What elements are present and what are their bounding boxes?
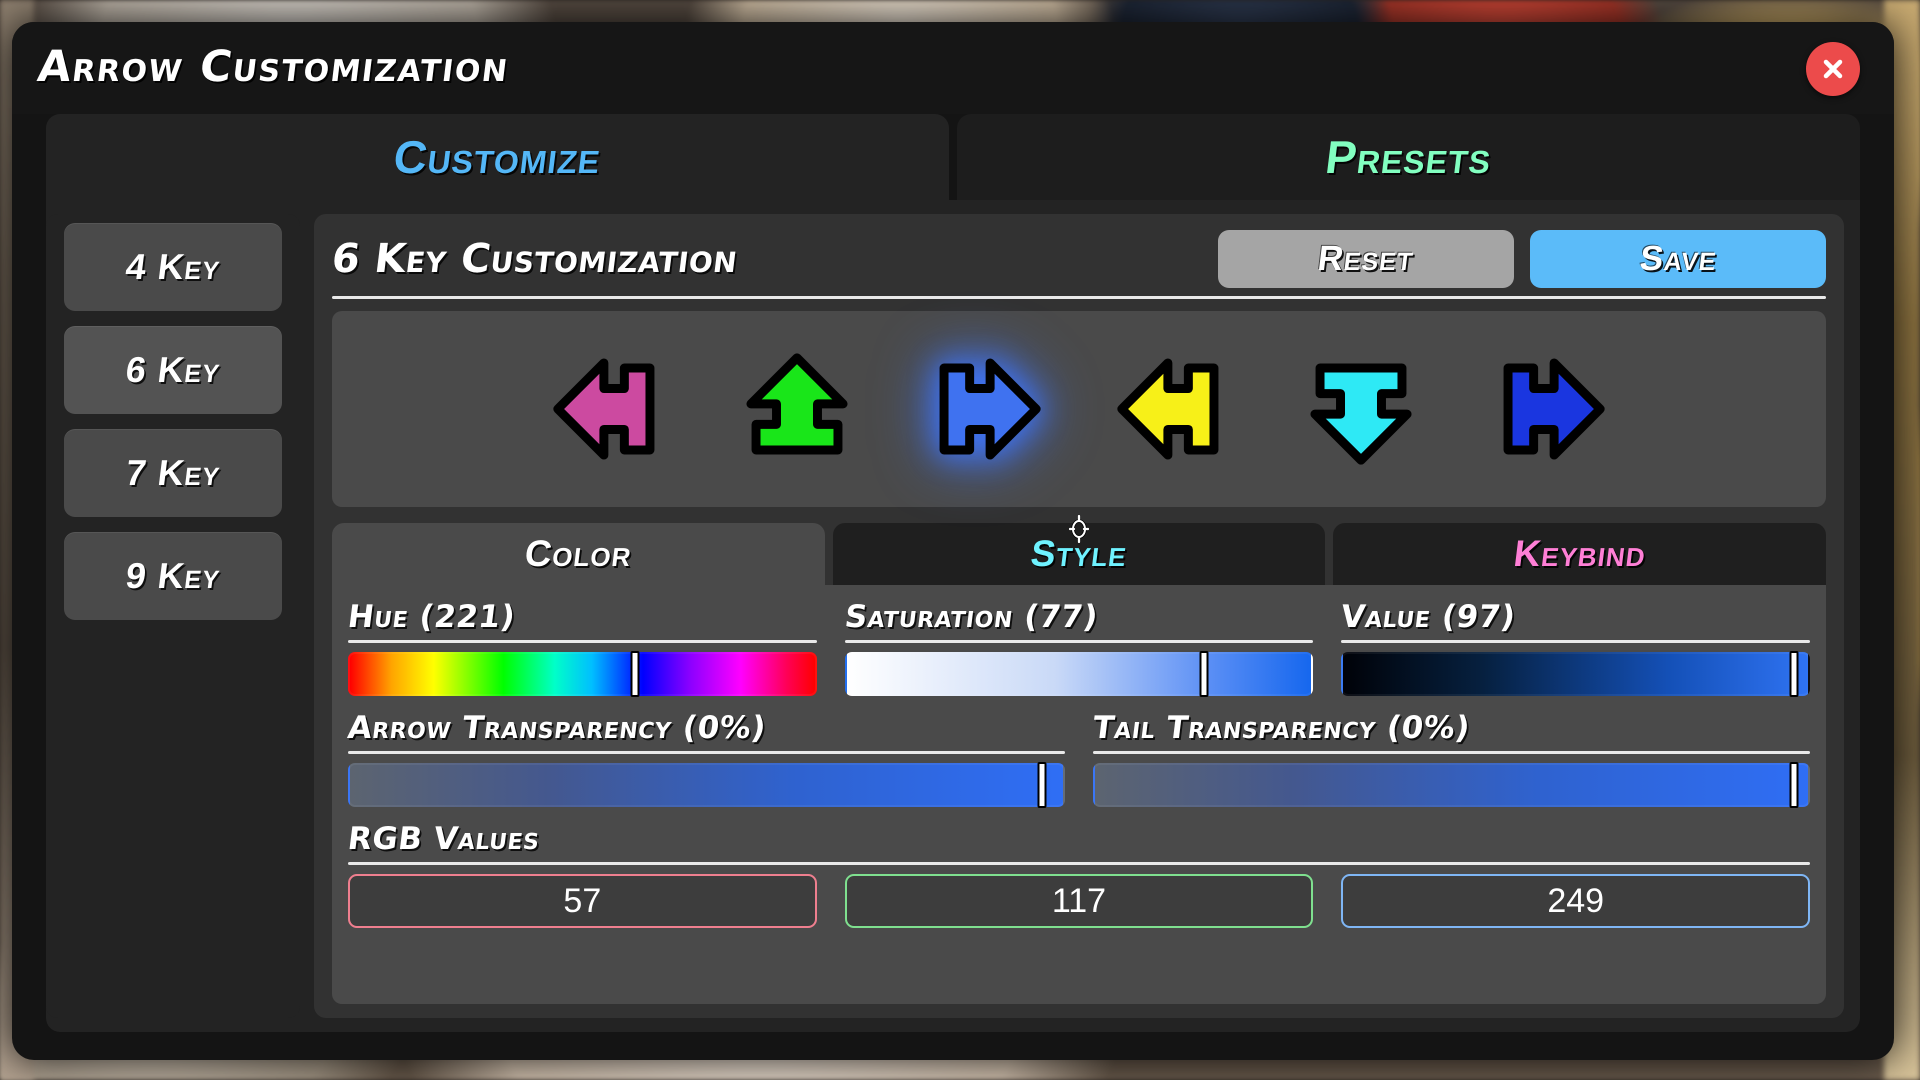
control-tab-strip: Color Style Keybind	[332, 523, 1827, 585]
hue-slider-thumb[interactable]	[630, 651, 640, 697]
rgb-green-field[interactable]: 117	[844, 874, 1314, 928]
dialog-title: Arrow Customization	[34, 42, 513, 92]
saturation-control: Saturation (77)	[842, 599, 1314, 697]
arrow-right-blue-icon	[939, 358, 1041, 460]
tab-keybind[interactable]: Keybind	[1333, 523, 1827, 585]
value-divider	[1341, 640, 1811, 643]
arrow-left-yellow-icon	[1117, 358, 1219, 460]
tab-style-label: Style	[1028, 533, 1130, 574]
transparency-slider-row: Arrow Transparency (0%) Tail Transparenc…	[345, 710, 1810, 808]
value-slider[interactable]	[1341, 651, 1811, 697]
sidebar-item-6key-label: 6 Key	[123, 349, 223, 390]
arrow-customization-dialog: Arrow Customization Customize Presets 4 …	[12, 22, 1894, 1060]
close-x-icon	[1823, 59, 1843, 79]
rgb-red-value: 57	[563, 881, 602, 920]
rgb-red-field[interactable]: 57	[348, 874, 817, 928]
sidebar-item-6key[interactable]: 6 Key	[64, 326, 282, 414]
arrow-up-green-icon	[746, 353, 848, 455]
customization-panel: 6 Key Customization Reset Save Color Sty…	[314, 214, 1844, 1018]
value-label: Value (97)	[1339, 599, 1518, 635]
value-control: Value (97)	[1339, 599, 1811, 697]
color-controls: Hue (221) Saturation (77) Value (97) Arr…	[332, 585, 1826, 1004]
tab-customize-label: Customize	[390, 131, 605, 183]
close-button[interactable]	[1806, 42, 1860, 96]
arrow-down-cyan-icon	[1310, 363, 1412, 465]
tail-transparency-divider	[1093, 751, 1810, 754]
tab-style[interactable]: Style	[832, 523, 1326, 585]
hsv-slider-row: Hue (221) Saturation (77) Value (97)	[345, 599, 1811, 697]
tab-keybind-label: Keybind	[1511, 533, 1649, 574]
saturation-slider-thumb[interactable]	[1199, 651, 1209, 697]
sidebar-item-9key-label: 9 Key	[123, 555, 223, 596]
dialog-titlebar: Arrow Customization	[12, 22, 1894, 114]
rgb-values-divider	[348, 862, 1810, 865]
arrow-left-magenta[interactable]	[539, 339, 679, 479]
panel-header: 6 Key Customization Reset Save	[329, 228, 1826, 290]
saturation-divider	[844, 640, 1314, 643]
save-button-label: Save	[1637, 239, 1719, 278]
panel-title: 6 Key Customization	[329, 236, 741, 282]
tail-transparency-slider-thumb[interactable]	[1789, 762, 1799, 808]
arrow-right-navy-icon	[1503, 358, 1605, 460]
arrow-left-yellow[interactable]	[1103, 339, 1243, 479]
hue-slider[interactable]	[348, 651, 817, 697]
panel-actions: Reset Save	[1218, 230, 1826, 288]
panel-header-divider	[332, 296, 1826, 299]
rgb-blue-field[interactable]: 249	[1341, 874, 1811, 928]
arrow-down-cyan[interactable]	[1291, 339, 1431, 479]
arrow-transparency-control: Arrow Transparency (0%)	[345, 710, 1065, 808]
dialog-body: 4 Key 6 Key 7 Key 9 Key 6 Key Customizat…	[46, 200, 1860, 1032]
arrow-left-magenta-icon	[553, 358, 655, 460]
tab-color-label: Color	[522, 533, 635, 574]
saturation-slider[interactable]	[844, 651, 1314, 697]
tab-presets-label: Presets	[1322, 131, 1495, 183]
arrow-transparency-label: Arrow Transparency (0%)	[345, 710, 769, 746]
sidebar-item-9key[interactable]: 9 Key	[64, 532, 282, 620]
arrow-up-green[interactable]	[727, 339, 867, 479]
rgb-values-label: RGB Values	[345, 821, 542, 857]
rgb-values-control: RGB Values 57 117 249	[345, 821, 1811, 928]
sidebar-item-7key-label: 7 Key	[123, 452, 223, 493]
value-slider-thumb[interactable]	[1789, 651, 1799, 697]
arrow-preview-strip	[332, 311, 1826, 543]
rgb-blue-value: 249	[1547, 881, 1605, 920]
sidebar-item-7key[interactable]: 7 Key	[64, 429, 282, 517]
top-tab-strip: Customize Presets	[46, 114, 1860, 200]
arrow-transparency-slider[interactable]	[348, 762, 1065, 808]
hue-divider	[348, 640, 817, 643]
save-button[interactable]: Save	[1530, 230, 1826, 288]
reset-button[interactable]: Reset	[1218, 230, 1514, 288]
tail-transparency-control: Tail Transparency (0%)	[1090, 710, 1810, 808]
rgb-fields: 57 117 249	[348, 874, 1811, 928]
tail-transparency-label: Tail Transparency (0%)	[1090, 710, 1473, 746]
sidebar-item-4key-label: 4 Key	[123, 246, 223, 287]
arrow-transparency-slider-thumb[interactable]	[1037, 762, 1047, 808]
tab-presets[interactable]: Presets	[957, 114, 1860, 200]
tail-transparency-slider[interactable]	[1093, 762, 1810, 808]
tab-color[interactable]: Color	[332, 523, 825, 585]
reset-button-label: Reset	[1315, 239, 1417, 278]
rgb-green-value: 117	[1051, 881, 1107, 920]
arrow-right-blue[interactable]	[915, 339, 1055, 479]
keymode-sidebar: 4 Key 6 Key 7 Key 9 Key	[46, 214, 300, 1018]
sidebar-item-4key[interactable]: 4 Key	[64, 223, 282, 311]
tab-customize[interactable]: Customize	[46, 114, 949, 200]
hue-control: Hue (221)	[345, 599, 817, 697]
saturation-label: Saturation (77)	[842, 599, 1100, 635]
arrow-transparency-divider	[348, 751, 1065, 754]
hue-label: Hue (221)	[345, 599, 518, 635]
arrow-right-navy[interactable]	[1479, 339, 1619, 479]
